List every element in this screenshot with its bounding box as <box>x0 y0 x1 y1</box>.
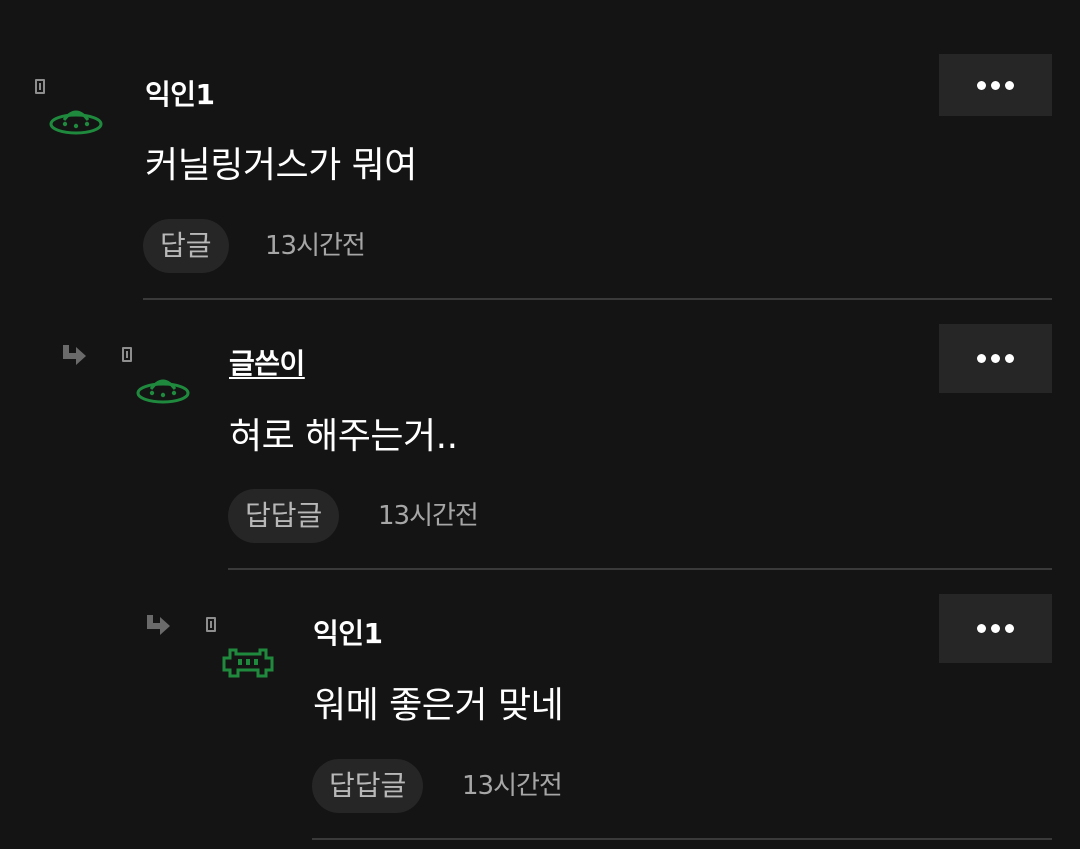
badge-icon <box>206 617 216 632</box>
more-dot <box>977 624 986 633</box>
comment-timestamp: 13시간전 <box>462 771 563 801</box>
divider <box>312 838 1052 840</box>
more-dot <box>991 624 1000 633</box>
reply-button[interactable]: 답답글 <box>312 759 424 813</box>
more-options-button[interactable] <box>939 594 1052 663</box>
reply-arrow-icon <box>147 615 170 635</box>
comment-text: 워메 좋은거 맞네 <box>313 685 564 726</box>
comment-item: 익인1 워메 좋은거 맞네 답답글 13시간전 <box>0 0 1080 849</box>
comment-author[interactable]: 익인1 <box>313 617 383 651</box>
more-dot <box>1005 624 1014 633</box>
space-invader-icon <box>222 648 274 678</box>
